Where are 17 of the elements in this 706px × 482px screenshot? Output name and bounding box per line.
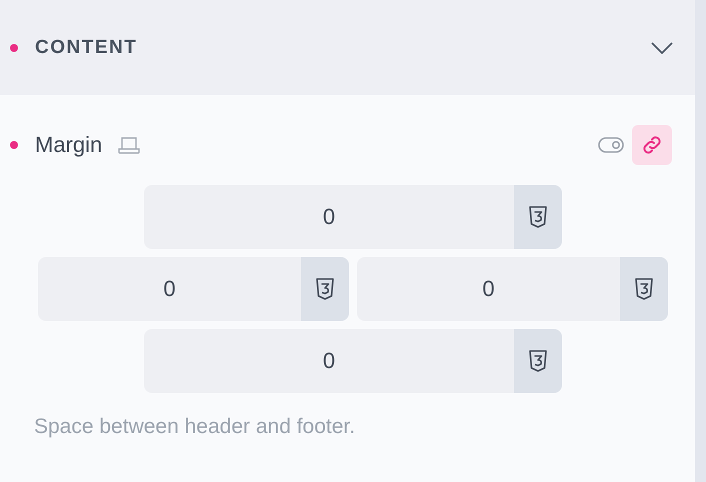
css-icon[interactable]: [528, 205, 548, 229]
margin-field[interactable]: 0: [38, 257, 349, 321]
css-icon[interactable]: [528, 349, 548, 373]
css-icon[interactable]: [634, 277, 654, 301]
margin-field[interactable]: 0: [144, 185, 562, 249]
css-icon[interactable]: [315, 277, 335, 301]
control-label: Margin: [35, 132, 102, 158]
help-text: Space between header and footer.: [34, 415, 356, 439]
margin-field[interactable]: 0: [357, 257, 668, 321]
section-header[interactable]: CONTENT: [0, 0, 695, 95]
bullet-icon: [10, 141, 18, 149]
toggle-icon[interactable]: [598, 137, 624, 153]
bullet-icon: [10, 44, 18, 52]
margin-field[interactable]: 0: [144, 329, 562, 393]
section-title: CONTENT: [35, 36, 138, 58]
link-button[interactable]: [632, 125, 672, 165]
chevron-icon[interactable]: [651, 42, 673, 54]
